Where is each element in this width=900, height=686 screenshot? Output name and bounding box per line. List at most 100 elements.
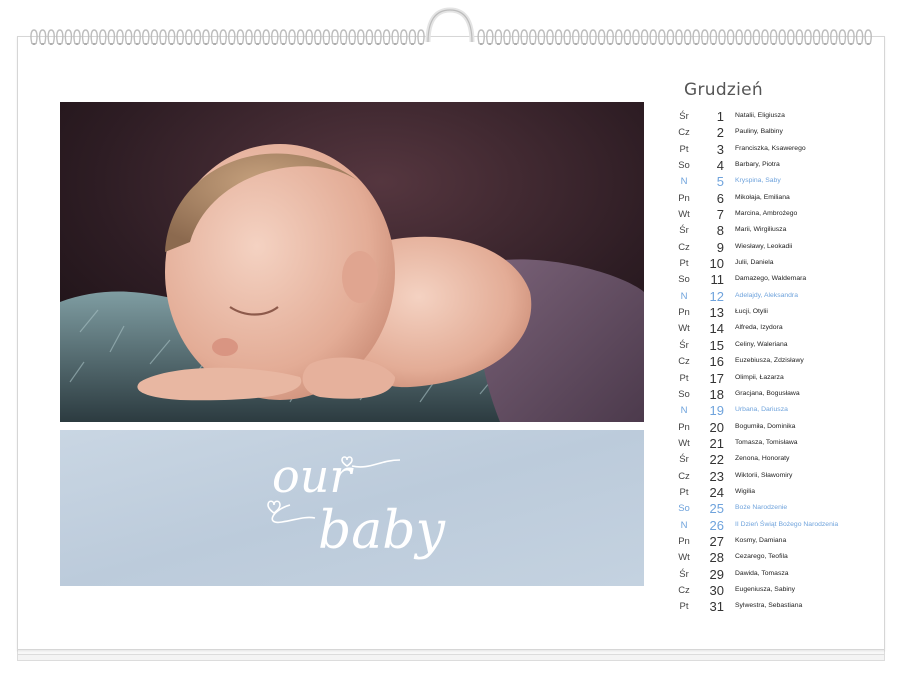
name-day: Pauliny, Balbiny — [735, 128, 783, 136]
wire-coil — [735, 29, 743, 45]
day-row: Śr 1 Natalii, Eligiusza — [670, 109, 870, 126]
name-day: Natalii, Eligiusza — [735, 112, 785, 119]
wire-coil — [718, 29, 726, 45]
day-of-week: N — [680, 519, 688, 531]
day-of-week: Pt — [679, 601, 689, 613]
day-number: 4 — [716, 158, 724, 174]
wire-coil — [47, 29, 55, 45]
wire-coil — [245, 29, 253, 45]
day-row: Wt 7 Marcina, Ambrożego — [670, 207, 870, 224]
wire-coil — [228, 29, 236, 45]
wire-coil — [305, 29, 313, 45]
wire-coil — [331, 29, 339, 45]
name-day: Wiktorii, Sławomiry — [735, 471, 793, 479]
name-day: Gracjana, Bogusława — [735, 389, 800, 397]
name-day: Łucji, Otylii — [735, 308, 768, 316]
day-row: Pt 24 Wigilia — [670, 484, 870, 502]
name-day: Franciszka, Ksawerego — [735, 144, 806, 152]
name-day: Alfreda, Izydora — [735, 324, 783, 332]
day-number: 20 — [709, 419, 724, 435]
name-day: Urbana, Dariusza — [735, 406, 788, 414]
wire-coil — [529, 29, 537, 45]
day-of-week: Wt — [678, 437, 690, 449]
day-row: Śr 15 Celiny, Waleriana — [670, 337, 870, 355]
wire-coil — [838, 29, 847, 45]
day-row: Pn 20 Bogumiła, Dominika — [670, 419, 870, 437]
wire-coil — [511, 29, 520, 45]
day-number: 13 — [709, 305, 724, 321]
wire-coil — [692, 29, 700, 45]
day-of-week: Pt — [679, 486, 689, 498]
wire-coil — [382, 29, 391, 45]
wire-coil — [623, 29, 632, 45]
wire-coil — [391, 29, 399, 45]
day-number: 24 — [709, 484, 724, 500]
sleeping-baby-photo-icon — [60, 102, 644, 422]
day-number: 26 — [709, 517, 724, 533]
wire-coil — [589, 29, 597, 45]
day-row: N 5 Kryspina, Saby — [670, 174, 870, 191]
wire-coil — [580, 29, 589, 45]
day-of-week: Cz — [678, 127, 690, 139]
day-row: Śr 29 Dawida, Tomasza — [670, 566, 870, 584]
day-number: 18 — [709, 386, 724, 402]
day-row: Cz 30 Eugeniusza, Sabiny — [670, 582, 870, 600]
day-of-week: Pt — [679, 372, 689, 384]
day-row: Pt 17 Olimpii, Łazarza — [670, 371, 870, 388]
wire-coil — [855, 29, 864, 45]
wire-coil — [271, 29, 279, 45]
day-number: 31 — [709, 599, 724, 615]
day-of-week: N — [680, 290, 688, 302]
day-number: 25 — [709, 501, 724, 517]
tagline-artwork: our baby — [60, 430, 644, 586]
day-row: Cz 9 Wiesławy, Leokadii — [670, 239, 870, 257]
day-row: Wt 28 Cezarego, Teofila — [670, 550, 870, 567]
day-of-week: So — [678, 160, 690, 172]
wire-coil — [56, 29, 64, 45]
day-number: 10 — [709, 256, 724, 272]
name-day: Julii, Daniela — [735, 259, 774, 267]
wire-coil — [769, 29, 778, 45]
wire-coil — [116, 29, 124, 45]
day-row: Wt 21 Tomasza, Tomisława — [670, 436, 870, 453]
name-day: Zenona, Honoraty — [735, 455, 790, 463]
day-number: 27 — [709, 533, 724, 549]
wire-coil — [752, 29, 761, 45]
name-day: Wiesławy, Leokadii — [735, 242, 793, 250]
name-day: Mikołaja, Emiliana — [735, 193, 790, 201]
day-number: 2 — [716, 125, 724, 141]
day-number: 8 — [716, 223, 724, 239]
wire-coil — [159, 29, 167, 45]
wire-coil — [795, 29, 804, 45]
day-of-week: Pt — [679, 143, 689, 155]
day-row: Cz 16 Euzebiusza, Zdzisławy — [670, 354, 870, 371]
wire-coil — [133, 29, 141, 45]
day-number: 30 — [709, 582, 724, 598]
day-of-week: Wt — [678, 552, 690, 564]
day-number: 29 — [709, 566, 724, 582]
name-day: Barbary, Piotra — [735, 161, 780, 169]
wire-coil — [107, 29, 116, 45]
wire-coil — [804, 29, 812, 45]
name-day: Boże Narodzenie — [735, 504, 788, 512]
wire-coil — [709, 29, 718, 45]
wire-coil — [683, 29, 692, 45]
day-row: Pn 13 Łucji, Otylii — [670, 305, 870, 322]
wire-coil — [787, 29, 795, 45]
name-day: Euzebiusza, Zdzisławy — [735, 357, 804, 365]
wire-coil — [365, 29, 374, 45]
day-row: N 26 II Dzień Świąt Bożego Narodzenia — [670, 517, 870, 535]
wire-coil — [167, 29, 176, 45]
wire-coil — [99, 29, 107, 45]
day-number: 1 — [716, 109, 724, 124]
wire-coil — [632, 29, 640, 45]
day-number: 15 — [709, 337, 724, 353]
day-number: 22 — [709, 452, 724, 468]
wire-coil — [202, 29, 210, 45]
day-number: 9 — [716, 239, 724, 255]
baby-photo — [60, 102, 644, 422]
wire-coil — [477, 29, 485, 45]
wire-coil — [400, 29, 408, 45]
day-row: Cz 23 Wiktorii, Sławomiry — [670, 469, 870, 486]
day-of-week: So — [678, 503, 690, 515]
